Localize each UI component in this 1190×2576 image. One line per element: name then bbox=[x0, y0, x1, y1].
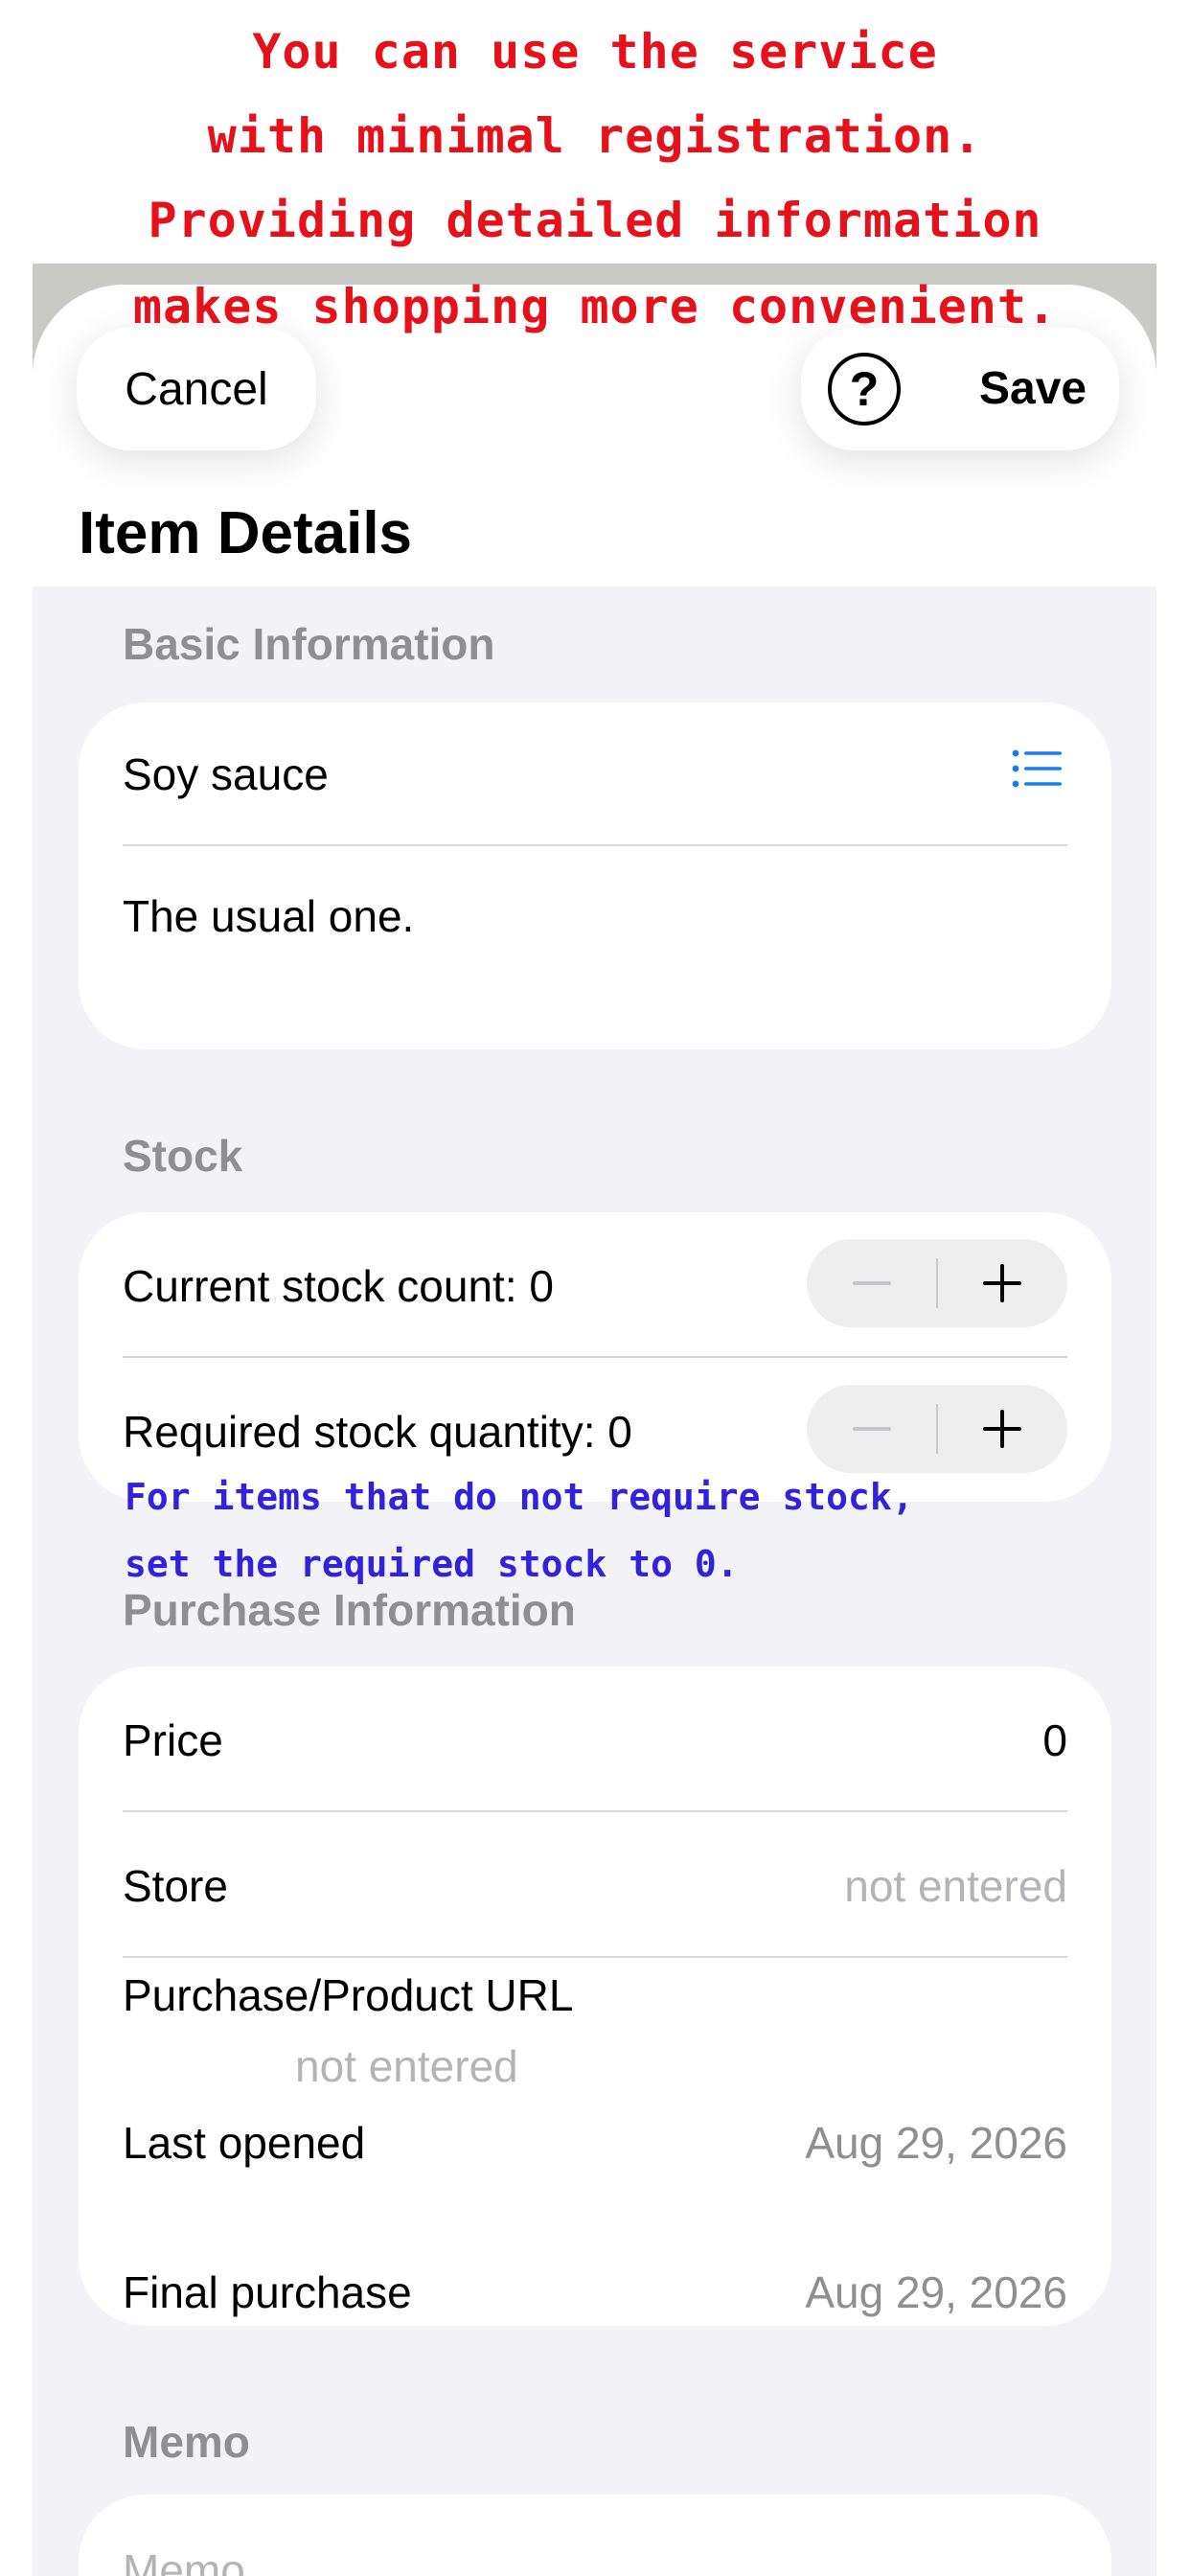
page-title: Item Details bbox=[79, 500, 413, 566]
final-purchase-field[interactable]: Final purchase Aug 29, 2026 bbox=[123, 2266, 1067, 2318]
final-purchase-value[interactable]: Aug 29, 2026 bbox=[805, 2266, 1067, 2318]
memo-input[interactable]: Memo bbox=[123, 2544, 1067, 2576]
minus-icon bbox=[853, 1427, 891, 1431]
last-opened-field[interactable]: Last opened Aug 29, 2026 bbox=[123, 2117, 1067, 2169]
last-opened-value[interactable]: Aug 29, 2026 bbox=[805, 2117, 1067, 2169]
minus-icon bbox=[853, 1281, 891, 1285]
stock-hint-line-2: set the required stock to 0. bbox=[125, 1543, 739, 1585]
save-button[interactable]: Save bbox=[979, 328, 1087, 450]
last-opened-label: Last opened bbox=[123, 2118, 366, 2168]
section-title-purchase: Purchase Information bbox=[123, 1585, 576, 1635]
annotation-line-4: makes shopping more convenient. bbox=[132, 279, 1058, 334]
url-input[interactable]: not entered bbox=[295, 2040, 1067, 2092]
annotation-line-2: with minimal registration. bbox=[207, 108, 983, 164]
annotation-line-1: You can use the service bbox=[252, 24, 938, 80]
price-field[interactable]: Price 0 bbox=[123, 1714, 1067, 1766]
current-stock-increment[interactable] bbox=[937, 1239, 1067, 1327]
current-stock-stepper[interactable] bbox=[807, 1239, 1067, 1327]
store-placeholder: not entered bbox=[844, 1861, 1067, 1911]
required-stock-increment[interactable] bbox=[937, 1385, 1067, 1473]
item-name-value: Soy sauce bbox=[123, 749, 329, 799]
purchase-info-card: Price 0 Store not entered Purchase/Produ… bbox=[79, 1667, 1111, 2326]
item-details-sheet: Cancel ? Save Item Details Basic Informa… bbox=[33, 285, 1156, 2576]
price-value: 0 bbox=[1042, 1715, 1067, 1765]
store-field[interactable]: Store not entered bbox=[123, 1860, 1067, 1912]
description-value: The usual one. bbox=[123, 891, 415, 941]
basic-info-card: Soy sauce The usual one. bbox=[79, 702, 1111, 1049]
cancel-button[interactable]: Cancel bbox=[77, 328, 316, 450]
final-purchase-label: Final purchase bbox=[123, 2267, 412, 2317]
annotation-line-3: Providing detailed information bbox=[148, 193, 1042, 248]
section-title-basic: Basic Information bbox=[123, 619, 495, 669]
section-title-memo: Memo bbox=[123, 2417, 250, 2467]
description-field[interactable]: The usual one. bbox=[123, 890, 1067, 942]
stock-card: Current stock count: 0 Required stock qu… bbox=[79, 1212, 1111, 1502]
divider bbox=[123, 844, 1067, 846]
plus-icon bbox=[983, 1410, 1021, 1448]
header-actions: ? Save bbox=[801, 328, 1119, 450]
url-label: Purchase/Product URL bbox=[123, 1970, 574, 2020]
divider bbox=[123, 1956, 1067, 1958]
divider bbox=[123, 1810, 1067, 1812]
current-stock-decrement[interactable] bbox=[807, 1239, 937, 1327]
app-screen: Cancel ? Save Item Details Basic Informa… bbox=[33, 264, 1156, 2576]
divider bbox=[123, 1356, 1067, 1358]
section-title-stock: Stock bbox=[123, 1131, 243, 1181]
required-stock-decrement[interactable] bbox=[807, 1385, 937, 1473]
plus-icon bbox=[983, 1264, 1021, 1302]
required-stock-stepper[interactable] bbox=[807, 1385, 1067, 1473]
store-label: Store bbox=[123, 1861, 228, 1911]
item-name-field[interactable]: Soy sauce bbox=[123, 748, 1067, 806]
list-bullet-icon[interactable] bbox=[1012, 748, 1062, 789]
stock-hint-line-1: For items that do not require stock, bbox=[125, 1476, 914, 1518]
price-label: Price bbox=[123, 1715, 223, 1765]
question-circle-icon[interactable]: ? bbox=[828, 353, 901, 426]
memo-card: Memo bbox=[79, 2495, 1111, 2576]
